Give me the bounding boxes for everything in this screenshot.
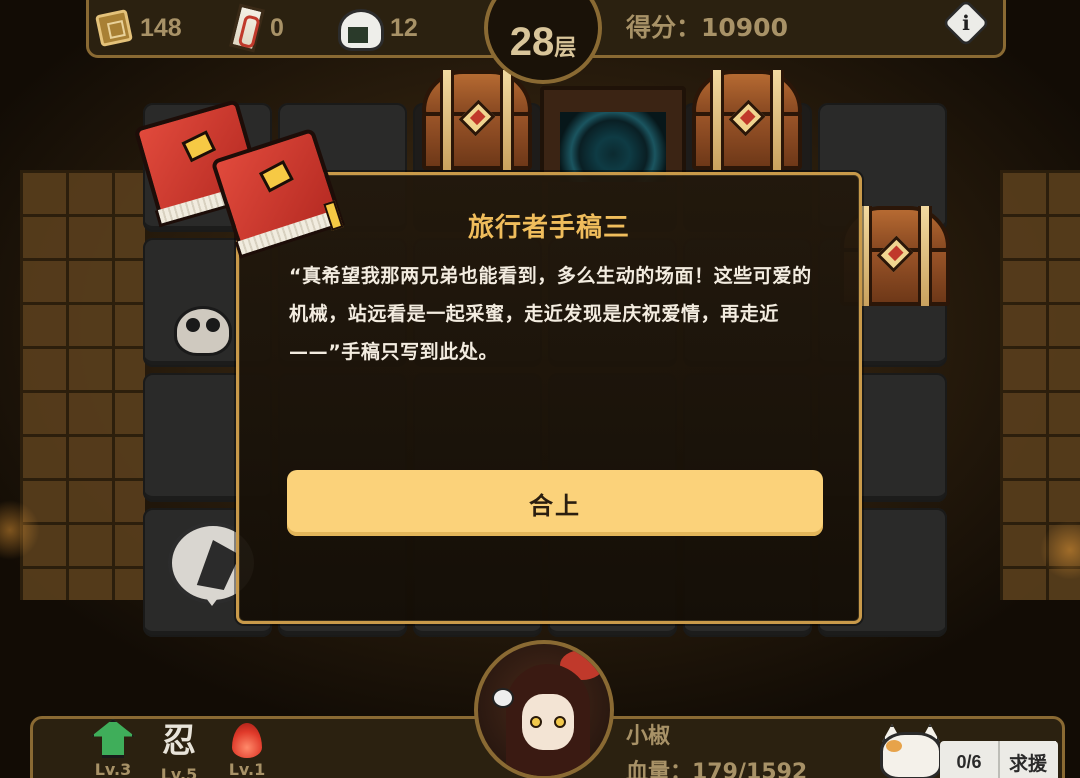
rice-ball-counter: 12 xyxy=(336,8,418,51)
info-icon: i xyxy=(962,10,970,35)
character-portrait[interactable] xyxy=(474,640,614,778)
ticket-value: 0 xyxy=(270,13,284,42)
cat-companion-icon xyxy=(876,720,946,778)
gold-coin-icon xyxy=(95,9,133,47)
gold-value: 148 xyxy=(140,13,182,42)
skill-heal[interactable]: Lv.3 xyxy=(83,719,143,778)
score-text: 得分：10900 xyxy=(626,13,788,42)
floor-number: 28 xyxy=(509,19,555,64)
help-panel: 0/6 求援 xyxy=(940,741,1058,778)
vortex-stairs-door-icon[interactable] xyxy=(540,86,686,182)
ticket-counter: 0 xyxy=(229,3,284,53)
character-name: 小椒 xyxy=(626,724,671,749)
skill-level: Lv.1 xyxy=(228,760,266,778)
ninja-kanji-icon: 忍 xyxy=(162,721,196,761)
gold-counter: 148 xyxy=(95,8,182,48)
skill-level: Lv.3 xyxy=(94,760,132,778)
skill-level: Lv.5 xyxy=(160,765,198,778)
skill-ninja[interactable]: 忍 Lv.5 xyxy=(149,719,209,778)
character-hp: 血量：179/1592 xyxy=(626,760,808,778)
dialog-body-text: “真希望我那两兄弟也能看到，多么生动的场面！这些可爱的机械，站远看是一起采蜜，走… xyxy=(289,265,812,363)
manuscript-dialog: 旅行者手稿三 “真希望我那两兄弟也能看到，多么生动的场面！这些可爱的机械，站远看… xyxy=(236,172,862,624)
treasure-chest-icon[interactable] xyxy=(688,70,806,172)
floor-unit: 层 xyxy=(554,36,577,61)
ticket-icon xyxy=(229,3,265,53)
fire-icon xyxy=(232,723,262,758)
rice-ball-icon xyxy=(336,9,384,51)
request-help-button[interactable]: 求援 xyxy=(998,741,1056,778)
skull-enemy-icon[interactable] xyxy=(168,296,240,366)
help-count: 0/6 xyxy=(956,751,982,772)
treasure-chest-icon[interactable] xyxy=(418,70,536,172)
rice-ball-value: 12 xyxy=(390,13,418,42)
heal-arrow-icon xyxy=(91,719,135,758)
close-book-button[interactable]: 合上 xyxy=(287,470,823,536)
skill-fire[interactable]: Lv.1 xyxy=(217,719,277,778)
